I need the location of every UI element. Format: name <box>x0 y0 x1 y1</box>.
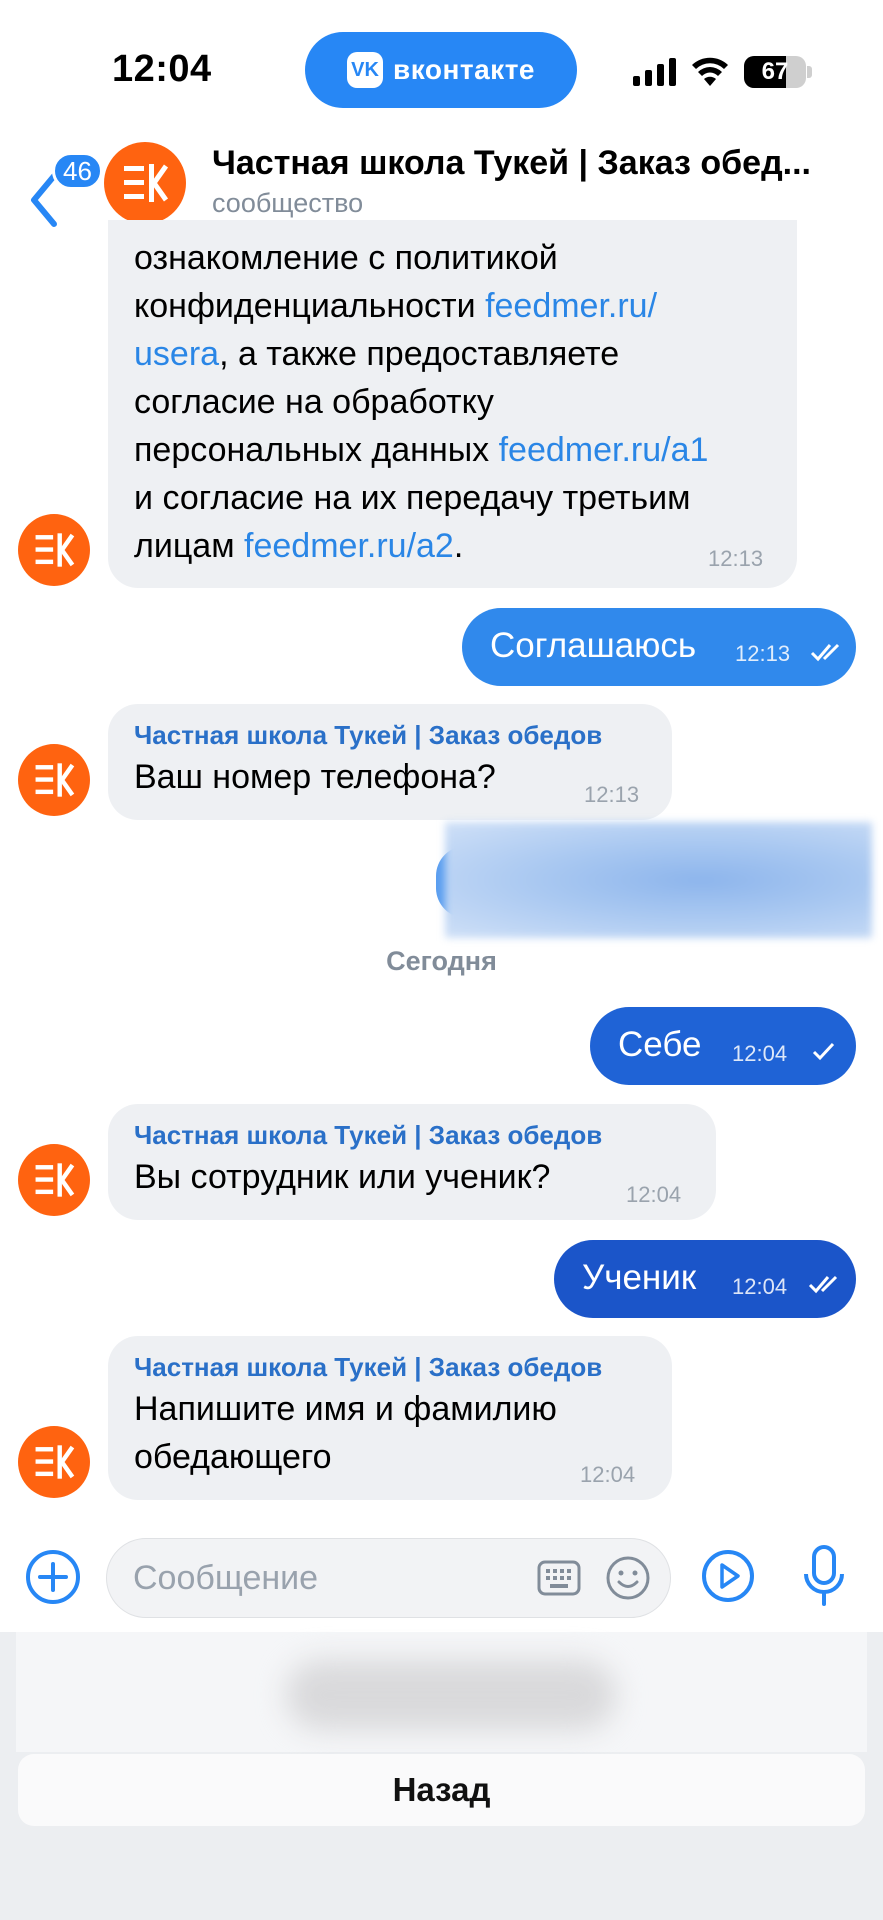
message-line: согласие на обработку <box>134 383 494 421</box>
battery-tip <box>807 66 812 78</box>
message-text: Ученик <box>582 1258 697 1297</box>
redacted-area <box>445 822 872 938</box>
message-line: персональных данных <box>134 431 499 469</box>
policy-link[interactable]: feedmer.ru/ <box>485 287 657 325</box>
consent-link[interactable]: feedmer.ru/a1 <box>499 431 709 469</box>
message-incoming: Частная школа Тукей | Заказ обедов Напиш… <box>108 1336 672 1500</box>
bot-back-button[interactable]: Назад <box>18 1754 865 1826</box>
battery-icon: 67 <box>744 56 806 88</box>
sender-name[interactable]: Частная школа Тукей | Заказ обедов <box>134 1120 690 1151</box>
emoji-smile-icon[interactable] <box>605 1555 651 1601</box>
tukey-logo-icon <box>104 142 186 224</box>
tukey-logo-icon <box>35 1163 75 1197</box>
community-avatar[interactable] <box>104 142 186 224</box>
vk-pill-label: вконтакте <box>393 54 535 85</box>
message-outgoing: Себе 12:04 <box>590 1007 856 1085</box>
status-bar: 12:04 VK вконтакте 67 <box>0 0 883 130</box>
unread-badge: 46 <box>52 152 103 190</box>
bot-keyboard-panel: Назад <box>0 1632 883 1920</box>
back-button[interactable]: 46 <box>20 142 103 227</box>
message-time: 12:04 <box>626 1182 682 1207</box>
tukey-logo-icon <box>35 763 75 797</box>
message-time: 12:04 <box>732 1274 788 1299</box>
tukey-logo-icon <box>35 533 75 567</box>
check-icon <box>812 1042 835 1061</box>
message-placeholder: Сообщение <box>133 1559 319 1597</box>
keyboard-icon[interactable] <box>537 1559 581 1597</box>
message-line: , а также предоставляете <box>219 335 620 373</box>
vk-logo-text: VK <box>351 58 379 81</box>
message-time: 12:13 <box>584 782 640 807</box>
status-time: 12:04 <box>112 48 212 90</box>
sender-name[interactable]: Частная школа Тукей | Заказ обедов <box>134 1352 646 1383</box>
message-line: ознакомление с политикой <box>134 239 558 277</box>
double-check-icon <box>810 643 840 662</box>
tukey-logo-icon <box>35 1445 75 1479</box>
message-time: 12:04 <box>580 1462 636 1487</box>
day-separator: Сегодня <box>386 946 497 976</box>
play-video-message-icon[interactable] <box>700 1548 756 1604</box>
double-check-icon <box>808 1275 838 1294</box>
message-time: 12:13 <box>708 546 764 571</box>
sender-avatar[interactable] <box>18 514 90 586</box>
message-line: обедающего <box>134 1438 332 1476</box>
vk-app-pill[interactable]: VK вконтакте <box>305 32 577 108</box>
message-text: Себе <box>618 1025 702 1064</box>
message-outgoing: Ученик 12:04 <box>554 1240 856 1318</box>
message-input-bar: Сообщение <box>0 1520 883 1632</box>
message-line: лицам <box>134 527 245 565</box>
message-incoming: Частная школа Тукей | Заказ обедов Ваш н… <box>108 704 672 820</box>
chat-subtitle: сообщество <box>212 188 364 218</box>
message-time: 12:13 <box>735 641 791 666</box>
wifi-icon <box>692 57 728 86</box>
sender-name[interactable]: Частная школа Тукей | Заказ обедов <box>134 720 646 751</box>
message-incoming: ознакомление с политикой конфиденциально… <box>108 220 797 588</box>
sender-avatar[interactable] <box>18 744 90 816</box>
message-time: 12:04 <box>732 1041 788 1066</box>
chat-title[interactable]: Частная школа Тукей | Заказ обед... <box>212 144 862 183</box>
transfer-link[interactable]: feedmer.ru/a2 <box>244 527 454 565</box>
sender-avatar[interactable] <box>18 1426 90 1498</box>
vk-logo-icon: VK <box>347 52 384 88</box>
message-line-end: . <box>453 527 464 565</box>
message-incoming: Частная школа Тукей | Заказ обедов Вы со… <box>108 1104 716 1220</box>
message-outgoing: Соглашаюсь 12:13 <box>462 608 856 686</box>
message-line: Напишите имя и фамилию <box>134 1390 557 1428</box>
message-line: конфиденциальности <box>134 287 486 325</box>
redacted-blob <box>286 1660 616 1730</box>
message-text: Соглашаюсь <box>490 626 697 665</box>
microphone-icon[interactable] <box>802 1544 846 1608</box>
attach-plus-icon[interactable] <box>24 1548 82 1606</box>
message-text: Ваш номер телефона? <box>134 758 496 796</box>
message-line: и согласие на их передачу третьим <box>134 479 691 517</box>
redacted-keyboard-area <box>16 1632 867 1752</box>
sender-avatar[interactable] <box>18 1144 90 1216</box>
battery-level: 67 <box>761 58 789 85</box>
policy-link-cont[interactable]: usera <box>134 335 219 373</box>
cellular-signal-icon <box>633 58 676 86</box>
message-text: Вы сотрудник или ученик? <box>134 1158 551 1196</box>
message-input[interactable]: Сообщение <box>106 1538 671 1618</box>
